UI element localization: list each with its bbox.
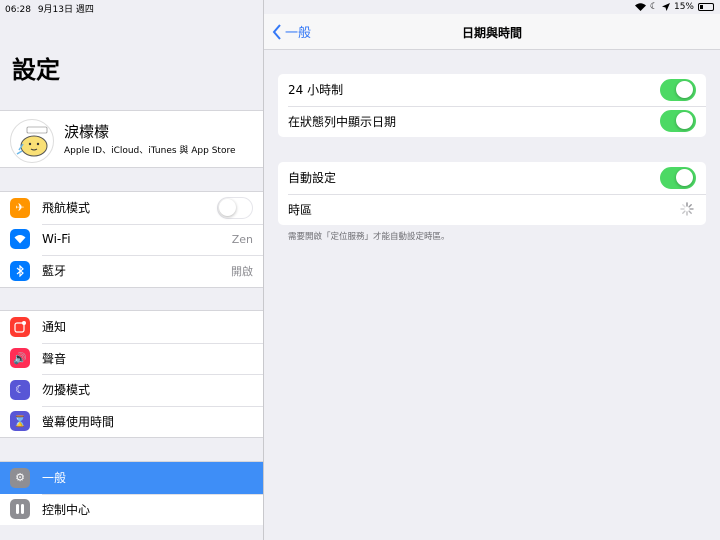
avatar (10, 119, 54, 163)
location-status-icon (661, 3, 670, 11)
wifi-icon (10, 229, 30, 250)
sidebar-item-wifi[interactable]: Wi-Fi Zen (0, 223, 263, 256)
connectivity-group: ✈ 飛航模式 Wi-Fi Zen 藍牙 開啟 (0, 191, 263, 288)
sidebar-item-control-center[interactable]: 控制中心 (0, 493, 263, 526)
location-footnote: 需要開啟「定位服務」才能自動設定時區。 (288, 232, 450, 242)
profile-subtitle: Apple ID、iCloud、iTunes 與 App Store (64, 146, 236, 156)
profile-name: 淚檬檬 (64, 123, 110, 141)
sidebar-item-label: 飛航模式 (42, 201, 91, 216)
sidebar-item-label: 通知 (42, 320, 67, 335)
sidebar-item-sounds[interactable]: 🔊 聲音 (0, 342, 263, 375)
profile-row[interactable]: 淚檬檬 Apple ID、iCloud、iTunes 與 App Store (0, 110, 263, 168)
row-set-automatically: 自動設定 (278, 162, 706, 194)
battery-icon (698, 3, 714, 11)
bluetooth-value: 開啟 (231, 264, 253, 278)
sidebar-item-screen-time[interactable]: ⌛ 螢幕使用時間 (0, 405, 263, 438)
moon-status-icon: ☾ (649, 2, 658, 12)
sidebar-item-label: 聲音 (42, 351, 67, 366)
row-time-zone[interactable]: 時區 (278, 193, 706, 226)
sidebar-item-label: 勿擾模式 (42, 383, 91, 398)
sidebar-item-label: 藍牙 (42, 264, 67, 279)
24-hour-toggle[interactable] (660, 78, 696, 101)
loading-spinner-icon (680, 202, 694, 216)
row-label: 在狀態列中顯示日期 (288, 114, 397, 129)
status-date: 9月13日 週四 (37, 5, 94, 15)
page-title: 日期與時間 (461, 26, 522, 40)
wifi-network-value: Zen (231, 232, 253, 246)
row-label: 時區 (288, 202, 313, 217)
notifications-group: 通知 🔊 聲音 ☾ 勿擾模式 ⌛ 螢幕使用時間 (0, 310, 263, 438)
sidebar-item-label: Wi-Fi (42, 232, 71, 247)
sound-icon: 🔊 (10, 348, 30, 369)
row-show-date-status-bar: 在狀態列中顯示日期 (278, 105, 706, 138)
time-format-group: 24 小時制 在狀態列中顯示日期 (278, 74, 706, 137)
status-time: 06:28 (5, 5, 31, 15)
row-label: 自動設定 (288, 171, 337, 186)
airplane-icon: ✈ (10, 197, 30, 218)
moon-icon: ☾ (10, 379, 30, 400)
show-date-toggle[interactable] (660, 110, 696, 133)
gear-icon: ⚙ (10, 467, 30, 488)
wifi-status-icon (634, 3, 646, 11)
control-center-icon (10, 499, 30, 520)
hourglass-icon: ⌛ (10, 411, 30, 432)
auto-set-group: 自動設定 時區 (278, 162, 706, 225)
sidebar: 設定 淚檬檬 Apple ID、iCloud、iTunes 與 App Stor… (0, 0, 263, 540)
battery-percent: 15% (673, 2, 694, 12)
sidebar-item-label: 一般 (42, 471, 67, 486)
set-automatically-toggle[interactable] (660, 166, 696, 189)
sidebar-item-notifications[interactable]: 通知 (0, 311, 263, 343)
general-group: ⚙ 一般 控制中心 (0, 461, 263, 525)
row-24-hour: 24 小時制 (278, 74, 706, 106)
status-bar: 06:28 9月13日 週四 ☾ 15% (0, 0, 720, 15)
sidebar-item-bluetooth[interactable]: 藍牙 開啟 (0, 255, 263, 287)
notifications-icon (10, 316, 30, 337)
sidebar-item-do-not-disturb[interactable]: ☾ 勿擾模式 (0, 374, 263, 406)
sidebar-item-general[interactable]: ⚙ 一般 (0, 462, 263, 494)
sidebar-item-label: 控制中心 (42, 502, 91, 517)
airplane-mode-toggle[interactable] (217, 196, 253, 219)
detail-pane: 一般 日期與時間 24 小時制 在狀態列中顯示日期 自動設定 時區 需要開啟「定… (264, 0, 720, 540)
sidebar-title: 設定 (12, 56, 60, 84)
sidebar-item-airplane-mode[interactable]: ✈ 飛航模式 (0, 192, 263, 224)
bluetooth-icon (10, 260, 30, 281)
sidebar-item-label: 螢幕使用時間 (42, 414, 115, 429)
row-label: 24 小時制 (288, 83, 344, 98)
nav-bar: 一般 日期與時間 (264, 14, 720, 50)
